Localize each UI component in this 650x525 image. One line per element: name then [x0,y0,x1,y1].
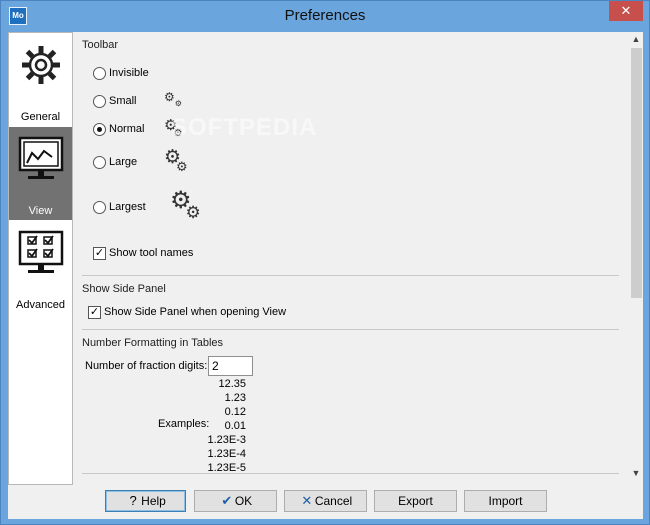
section-divider [82,275,619,276]
show-side-panel-checkbox[interactable]: ✓ [88,306,101,319]
section-divider [82,329,619,330]
checkmark-icon: ✔ [221,493,233,508]
section-divider [82,473,619,474]
radio-label: Invisible [109,67,149,79]
small-gears-icon: ⚙⚙ [164,90,182,108]
largest-gears-icon: ⚙⚙ [170,187,201,222]
sidebar-item-general[interactable]: General [9,33,72,126]
radio-label: Large [109,156,138,168]
radio-invisible[interactable] [93,67,106,80]
cancel-button[interactable]: ✕ Cancel [284,490,367,512]
radio-large[interactable] [93,156,106,169]
sidebar: General View Advanced [8,32,73,485]
sidebar-item-label: General [20,111,61,123]
example-value: 0.01 [224,420,246,432]
checkbox-label: Show Side Panel when opening View [104,306,287,318]
radio-label: Normal [109,123,145,135]
radio-small[interactable] [93,95,106,108]
question-icon: ? [129,493,137,508]
scroll-up-icon[interactable]: ▲ [629,32,643,46]
example-value: 1.23E-3 [207,434,246,446]
examples-list: 12.35 1.23 0.12 0.01 1.23E-3 1.23E-4 1.2… [166,378,246,478]
cross-icon: ✕ [301,493,313,508]
radio-normal[interactable] [93,123,106,136]
import-button[interactable]: Import [464,490,547,512]
close-button[interactable]: ✕ [609,1,643,21]
sidebar-item-label: Advanced [16,299,65,311]
vertical-scrollbar[interactable]: ▲ ▼ [629,32,643,480]
toolbar-section-title: Toolbar [82,39,119,51]
sidebar-item-view[interactable]: View [9,127,72,220]
radio-label: Small [109,95,137,107]
sidebar-item-label: View [28,205,53,217]
radio-largest[interactable] [93,201,106,214]
scroll-thumb[interactable] [631,48,642,298]
example-value: 0.12 [224,406,246,418]
ok-button[interactable]: ✔ OK [194,490,277,512]
title-bar: Mo Preferences ✕ [1,1,649,32]
example-value: 1.23E-4 [207,448,246,460]
large-gears-icon: ⚙⚙ [164,147,188,174]
fraction-digits-input[interactable] [208,356,253,376]
checklist-monitor-icon [18,230,64,273]
watermark: SOFTPEDIA [171,114,318,141]
scroll-down-icon[interactable]: ▼ [629,466,643,480]
monitor-chart-icon [18,136,64,179]
sidebar-item-advanced[interactable]: Advanced [9,221,72,314]
checkbox-label: Show tool names [109,247,194,259]
show-tool-names-checkbox[interactable]: ✓ [93,247,106,260]
dialog-body: General View Advanced Toolbar Invisible … [8,32,643,519]
view-settings-panel: Toolbar Invisible Small ⚙⚙ Normal ⚙⚙ Lar… [76,32,629,480]
number-section-title: Number Formatting in Tables [82,337,224,349]
example-value: 1.23 [224,392,246,404]
window-title: Preferences [284,7,366,24]
radio-label: Largest [109,201,146,213]
preferences-window: Mo Preferences ✕ General View Advanced T… [0,0,650,525]
side-panel-section-title: Show Side Panel [82,283,166,295]
export-button[interactable]: Export [374,490,457,512]
fraction-digits-label: Number of fraction digits: [85,360,208,372]
help-button[interactable]: ? Help [105,490,186,512]
example-value: 12.35 [218,378,246,390]
gear-icon [22,46,60,84]
